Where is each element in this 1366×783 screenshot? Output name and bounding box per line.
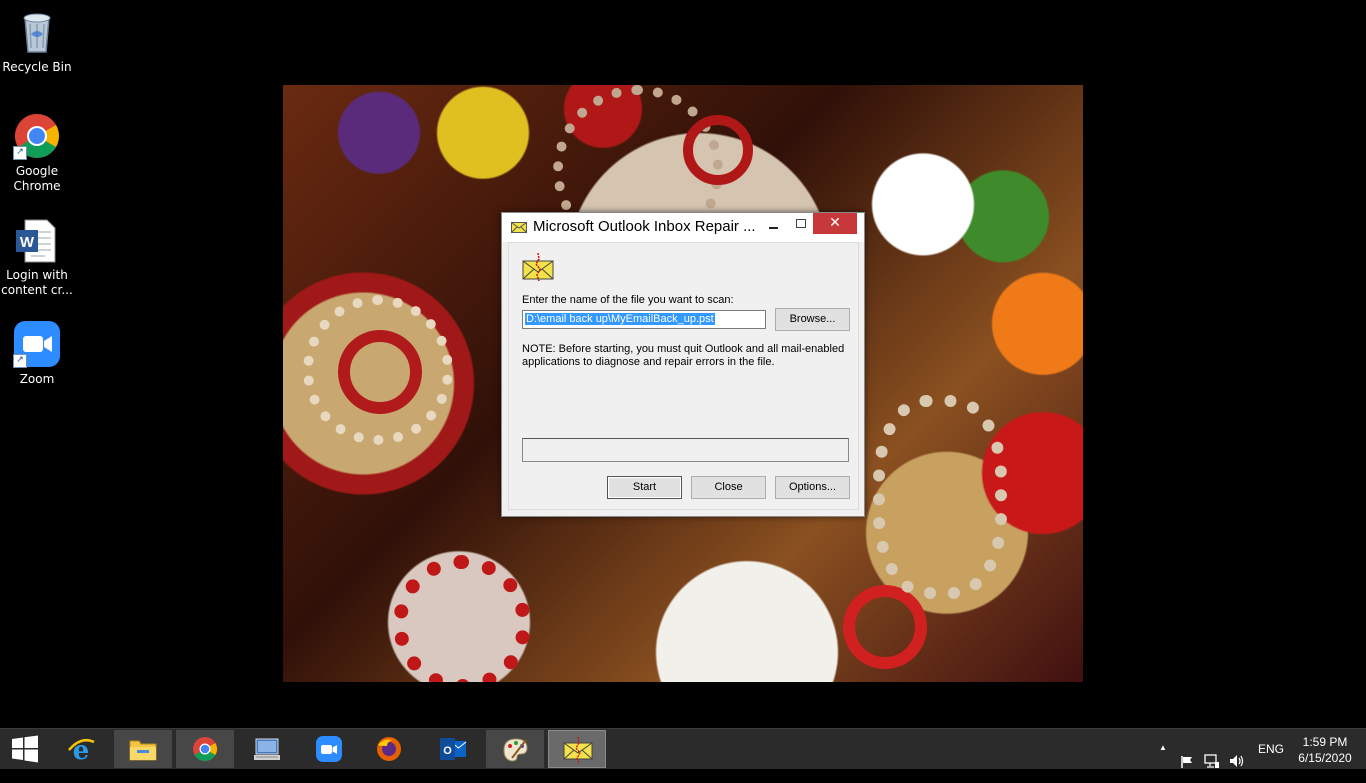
desktop-icon-label: Zoom: [19, 372, 55, 386]
note-line-2: applications to diagnose and repair erro…: [522, 356, 775, 368]
show-hidden-icons-button[interactable]: ▲: [1159, 743, 1167, 783]
dialog-title: Microsoft Outlook Inbox Repair ...: [533, 218, 756, 235]
volume-icon[interactable]: [1228, 741, 1244, 781]
internet-explorer-icon: e: [68, 736, 95, 762]
taskbar-inbox-repair[interactable]: [548, 730, 606, 768]
outlook-icon: O: [440, 738, 467, 760]
desktop-icon-label: Login with content cr...: [1, 268, 73, 297]
wallpaper-ornament: [393, 555, 531, 682]
clock-time: 1:59 PM: [1302, 735, 1348, 749]
dialog-titlebar[interactable]: Microsoft Outlook Inbox Repair ... ✕: [502, 213, 864, 242]
desktop-icon-label: Recycle Bin: [2, 60, 72, 74]
browse-button[interactable]: Browse...: [775, 308, 850, 331]
close-button[interactable]: Close: [691, 476, 766, 499]
start-button[interactable]: [0, 729, 50, 769]
file-explorer-icon: [129, 740, 157, 761]
remote-desktop-icon: [254, 738, 280, 760]
recycle-bin-icon: [13, 8, 61, 56]
close-icon: ✕: [829, 215, 841, 231]
wallpaper-ornament: [683, 115, 753, 185]
paint-icon: [503, 738, 528, 762]
taskbar-zoom[interactable]: [300, 730, 358, 768]
taskbar-firefox[interactable]: [360, 730, 418, 768]
taskbar-chrome[interactable]: [176, 730, 234, 768]
chrome-icon: [193, 737, 218, 762]
file-prompt-label: Enter the name of the file you want to s…: [522, 294, 734, 306]
input-language-indicator[interactable]: ENG: [1258, 742, 1284, 782]
maximize-button[interactable]: [786, 213, 814, 235]
wallpaper-ornament: [338, 330, 422, 414]
svg-text:W: W: [20, 234, 35, 251]
inbox-repair-icon: [563, 737, 593, 763]
clock[interactable]: 1:59 PM 6/15/2020: [1290, 734, 1360, 766]
scan-progress-bar: [522, 438, 849, 462]
desktop-icon-word-document[interactable]: W Login with content cr...: [0, 210, 74, 298]
file-path-input[interactable]: D:\email back up\MyEmailBack_up.pst: [522, 310, 766, 329]
inbox-repair-dialog: Microsoft Outlook Inbox Repair ... ✕ Ent…: [501, 212, 865, 517]
taskbar-file-explorer[interactable]: [114, 730, 172, 768]
note-line-1: NOTE: Before starting, you must quit Out…: [522, 343, 845, 355]
windows-start-icon: [12, 735, 38, 763]
desktop-icon-recycle-bin[interactable]: Recycle Bin: [0, 2, 74, 75]
options-button[interactable]: Options...: [775, 476, 850, 499]
taskbar-outlook[interactable]: O: [424, 730, 482, 768]
taskbar-remote-desktop[interactable]: [238, 730, 296, 768]
clock-date: 6/15/2020: [1298, 751, 1352, 765]
file-path-value: D:\email back up\MyEmailBack_up.pst: [525, 313, 715, 325]
minimize-button[interactable]: [759, 213, 787, 235]
taskbar-paint[interactable]: [486, 730, 544, 768]
wallpaper-ornament: [873, 395, 1007, 599]
chrome-icon: ↗: [13, 112, 61, 160]
zoom-icon: ↗: [13, 320, 61, 368]
zoom-icon: [316, 736, 342, 762]
inbox-repair-title-icon: [511, 222, 527, 233]
dialog-body: Enter the name of the file you want to s…: [508, 242, 859, 510]
taskbar-internet-explorer[interactable]: e: [52, 730, 110, 768]
shortcut-arrow-icon: ↗: [13, 354, 27, 368]
close-window-button[interactable]: ✕: [813, 213, 857, 234]
desktop-icon-zoom[interactable]: ↗ Zoom: [0, 314, 74, 387]
desktop-icon-label: Google Chrome: [13, 164, 61, 193]
network-icon[interactable]: [1204, 741, 1220, 781]
inbox-repair-app-icon: [522, 253, 554, 281]
wallpaper-ornament: [843, 585, 927, 669]
firefox-icon: [377, 737, 401, 761]
shortcut-arrow-icon: ↗: [13, 146, 27, 160]
word-document-icon: W: [13, 216, 61, 264]
desktop-icon-google-chrome[interactable]: ↗ Google Chrome: [0, 106, 74, 194]
action-center-flag-icon[interactable]: [1180, 742, 1194, 782]
taskbar: e O ▲ ENG 1:59 PM 6/15/2020: [0, 728, 1366, 769]
svg-text:O: O: [443, 745, 452, 757]
start-button[interactable]: Start: [607, 476, 682, 499]
